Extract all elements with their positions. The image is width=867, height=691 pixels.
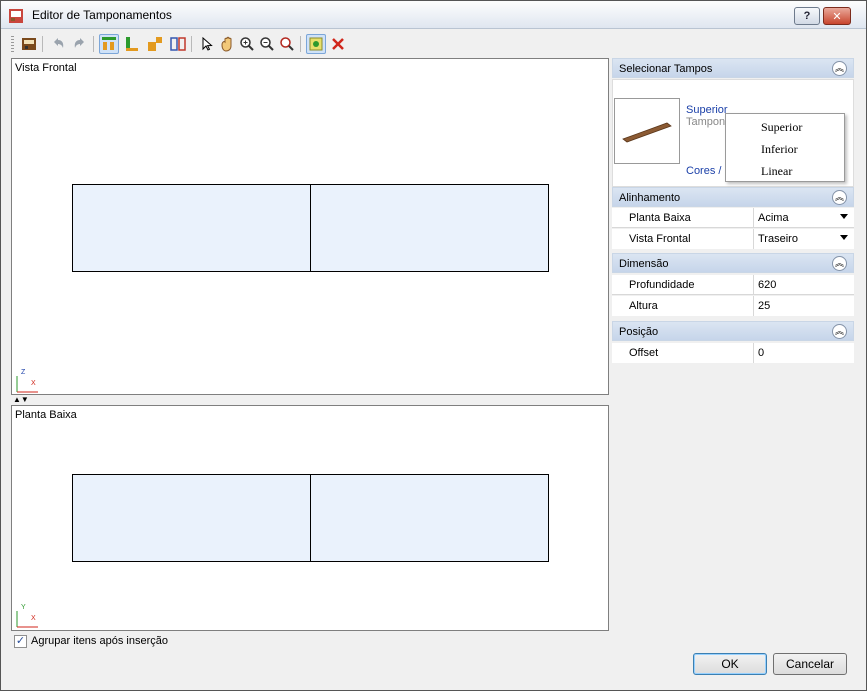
dropdown-arrow-icon[interactable] [840, 235, 848, 240]
plan-view-canvas[interactable]: Planta Baixa Y X [11, 405, 609, 631]
toolbar-separator [191, 36, 192, 52]
dimensao-header[interactable]: Dimensão ︽ [612, 253, 854, 273]
prop-value: Acima [758, 212, 789, 224]
dropdown-arrow-icon[interactable] [840, 214, 848, 219]
altura-input[interactable]: 25 [753, 296, 851, 316]
prop-row-planta-baixa: Planta Baixa Acima [612, 208, 854, 228]
tampon-tool-icon[interactable] [19, 34, 39, 54]
editor-window: Editor de Tamponamentos ? ✕ Vista Fronta… [0, 0, 867, 691]
layout-side-icon[interactable] [145, 34, 165, 54]
layout-top-icon[interactable] [99, 34, 119, 54]
alinhamento-header[interactable]: Alinhamento ︽ [612, 187, 854, 207]
front-tampon-shape[interactable] [72, 184, 549, 272]
toolbar-separator [93, 36, 94, 52]
prop-row-offset: Offset 0 [612, 343, 854, 363]
toolbar-grip [11, 36, 14, 52]
front-view-canvas[interactable]: Vista Frontal Z X [11, 58, 609, 395]
collapse-chevron-icon[interactable]: ︽ [832, 324, 847, 339]
delete-icon[interactable] [328, 34, 348, 54]
front-axis-right-label: X [31, 380, 36, 387]
zoom-in-icon[interactable] [237, 34, 257, 54]
prop-value: 25 [758, 300, 771, 312]
add-tampon-icon[interactable] [306, 34, 326, 54]
prop-label: Planta Baixa [629, 212, 691, 224]
prop-label: Altura [629, 300, 658, 312]
title-bar: Editor de Tamponamentos ? ✕ [1, 1, 866, 29]
dimensao-title: Dimensão [619, 258, 669, 270]
toolbar-separator [42, 36, 43, 52]
posicao-header[interactable]: Posição ︽ [612, 321, 854, 341]
selecionar-tampos-title: Selecionar Tampos [619, 63, 713, 75]
pan-hand-icon[interactable] [217, 34, 237, 54]
prop-row-vista-frontal: Vista Frontal Traseiro [612, 229, 854, 249]
zoom-out-icon[interactable] [257, 34, 277, 54]
tampon-type-dropdown: Superior Inferior Linear [725, 113, 845, 182]
prop-value: 0 [758, 347, 765, 359]
profundidade-input[interactable]: 620 [753, 275, 851, 295]
help-button[interactable]: ? [794, 7, 820, 25]
prop-label: Vista Frontal [629, 233, 691, 245]
cancel-button[interactable]: Cancelar [773, 653, 847, 675]
collapse-chevron-icon[interactable]: ︽ [832, 256, 847, 271]
close-button[interactable]: ✕ [823, 7, 851, 25]
prop-label: Offset [629, 347, 659, 359]
prop-row-altura: Altura 25 [612, 296, 854, 316]
front-axis-icon [16, 376, 38, 393]
offset-input[interactable]: 0 [753, 343, 851, 363]
posicao-title: Posição [619, 326, 659, 338]
ok-button[interactable]: OK [693, 653, 767, 675]
dropdown-option-superior[interactable]: Superior [761, 120, 802, 135]
group-items-checkbox[interactable]: ✓ [14, 635, 27, 648]
redo-icon[interactable] [70, 34, 90, 54]
selecionar-tampos-header[interactable]: Selecionar Tampos ︽ [612, 58, 854, 78]
planta-baixa-select[interactable]: Acima [753, 208, 851, 228]
layout-bottom-icon[interactable] [122, 34, 142, 54]
dropdown-option-linear[interactable]: Linear [761, 164, 792, 179]
undo-icon[interactable] [48, 34, 68, 54]
split-view-icon[interactable] [168, 34, 188, 54]
toolbar [11, 33, 371, 55]
window-title: Editor de Tamponamentos [32, 8, 172, 22]
prop-value: 620 [758, 279, 777, 291]
plan-tampon-shape[interactable] [72, 474, 549, 562]
app-icon [9, 9, 23, 23]
tampon-thumbnail[interactable] [614, 98, 680, 164]
front-axis-up-label: Z [21, 369, 26, 376]
plan-axis-icon [16, 611, 38, 628]
collapse-chevron-icon[interactable]: ︽ [832, 61, 847, 76]
plan-tampon-divider [310, 475, 311, 561]
prop-value: Traseiro [758, 233, 798, 245]
pointer-icon[interactable] [197, 34, 217, 54]
front-tampon-divider [310, 185, 311, 271]
plan-axis-up-label: Y [21, 604, 26, 611]
front-view-label: Vista Frontal [15, 62, 77, 74]
tampon-subtitle: Tampon [686, 116, 726, 128]
tampon-type-link[interactable]: Superior [686, 104, 728, 116]
plan-view-label: Planta Baixa [15, 409, 77, 421]
splitter-handle[interactable]: ▲▼ [13, 396, 29, 404]
prop-row-profundidade: Profundidade 620 [612, 275, 854, 295]
plan-axis-right-label: X [31, 615, 36, 622]
zoom-fit-icon[interactable] [277, 34, 297, 54]
alinhamento-title: Alinhamento [619, 192, 681, 204]
collapse-chevron-icon[interactable]: ︽ [832, 190, 847, 205]
prop-label: Profundidade [629, 279, 695, 291]
vista-frontal-select[interactable]: Traseiro [753, 229, 851, 249]
dropdown-option-inferior[interactable]: Inferior [761, 142, 798, 157]
toolbar-separator [300, 36, 301, 52]
group-items-label: Agrupar itens após inserção [31, 635, 168, 647]
cores-link[interactable]: Cores / [686, 165, 721, 177]
